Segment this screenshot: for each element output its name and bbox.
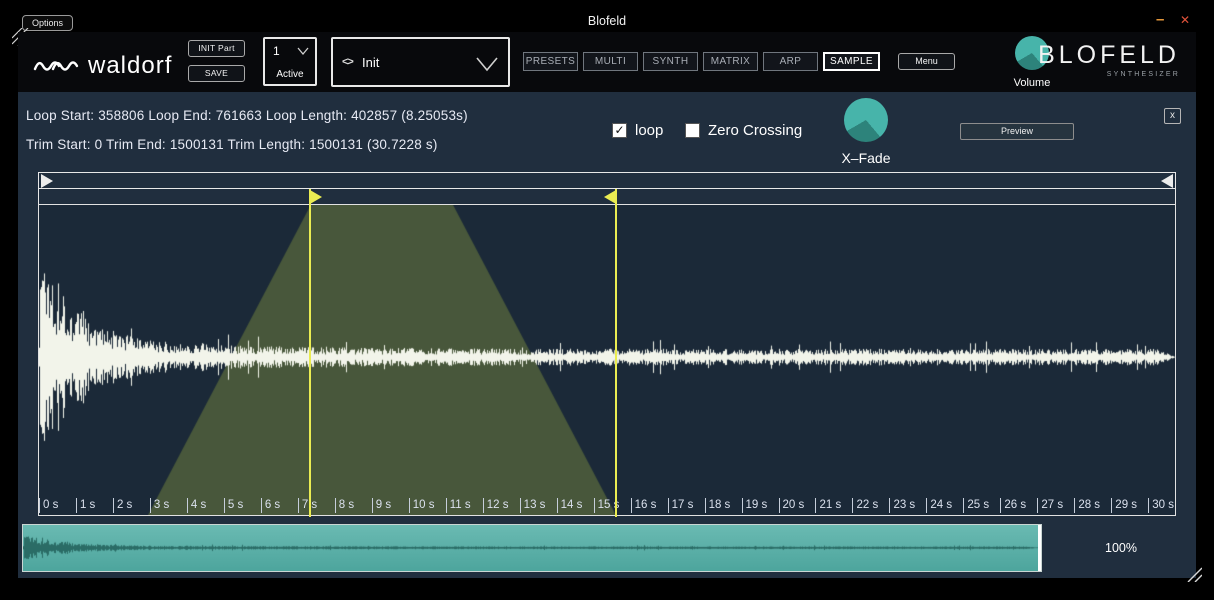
preset-selector[interactable]: <> Init [331,37,510,87]
nav-tab-synth[interactable]: SYNTH [643,52,698,71]
sample-editor-panel: Loop Start: 358806 Loop End: 761663 Loop… [18,92,1196,578]
time-ruler: 0 s1 s2 s3 s4 s5 s6 s7 s8 s9 s10 s11 s12… [39,496,1175,513]
titlebar: Options Blofeld – ✕ [0,0,1214,32]
loop-checkbox[interactable]: ✓ [612,123,627,138]
zoom-level: 100% [1048,524,1194,572]
nav-tab-multi[interactable]: MULTI [583,52,638,71]
xfade-label: X–Fade [824,150,908,166]
waldorf-waves-icon [33,56,79,76]
waveform-display[interactable]: 0 s1 s2 s3 s4 s5 s6 s7 s8 s9 s10 s11 s12… [38,204,1176,516]
part-number: 1 [273,44,280,58]
zero-crossing-label: Zero Crossing [708,122,802,139]
zero-crossing-checkbox[interactable] [685,123,700,138]
blofeld-wordmark: BLOFELD [1038,41,1180,70]
waveform-canvas[interactable] [39,205,1175,515]
trim-info-text: Trim Start: 0 Trim End: 1500131 Trim Len… [26,137,438,152]
trim-marker-bar[interactable] [38,172,1176,189]
preview-button[interactable]: Preview [960,123,1074,140]
nav-tabs: PRESETS MULTI SYNTH MATRIX ARP SAMPLE [523,52,880,71]
nav-tab-presets[interactable]: PRESETS [523,52,578,71]
waldorf-logo: waldorf [33,52,172,80]
xfade-control: X–Fade [824,98,908,166]
trim-start-handle[interactable] [41,174,53,188]
xfade-knob[interactable] [844,98,888,142]
loop-checkbox-label: loop [635,122,663,139]
volume-label: Volume [999,77,1065,89]
trim-end-handle[interactable] [1161,174,1173,188]
loop-start-handle[interactable] [310,190,322,204]
waveform-overview[interactable] [22,524,1042,572]
chevron-down-icon[interactable] [475,56,499,72]
loop-end-line[interactable] [615,189,617,517]
resize-grip[interactable] [1186,566,1202,582]
waldorf-wordmark: waldorf [88,52,172,80]
loop-info-text: Loop Start: 358806 Loop End: 761663 Loop… [26,108,468,123]
window-title: Blofeld [0,14,1214,28]
minimize-icon[interactable]: – [1156,11,1164,28]
header-bar: waldorf INIT Part SAVE 1 Active <> Init … [18,32,1196,92]
save-button[interactable]: SAVE [188,65,245,82]
overview-selection-handle[interactable] [1038,525,1041,571]
init-part-button[interactable]: INIT Part [188,40,245,57]
nav-tab-matrix[interactable]: MATRIX [703,52,758,71]
blofeld-logo: BLOFELD SYNTHESIZER [1038,41,1180,78]
chevron-down-icon[interactable] [297,47,309,55]
nav-tab-arp[interactable]: ARP [763,52,818,71]
overview-canvas[interactable] [23,526,1039,570]
synthesizer-label: SYNTHESIZER [1038,71,1180,78]
part-active-label: Active [265,69,315,80]
preset-name: Init [362,55,379,70]
close-icon[interactable]: ✕ [1180,13,1190,27]
part-selector[interactable]: 1 Active [263,37,317,86]
menu-button[interactable]: Menu [898,53,955,70]
preset-prev-next-icon[interactable]: <> [342,56,353,68]
loop-start-line[interactable] [309,189,311,517]
editor-close-button[interactable]: x [1164,108,1181,124]
nav-tab-sample[interactable]: SAMPLE [823,52,880,71]
